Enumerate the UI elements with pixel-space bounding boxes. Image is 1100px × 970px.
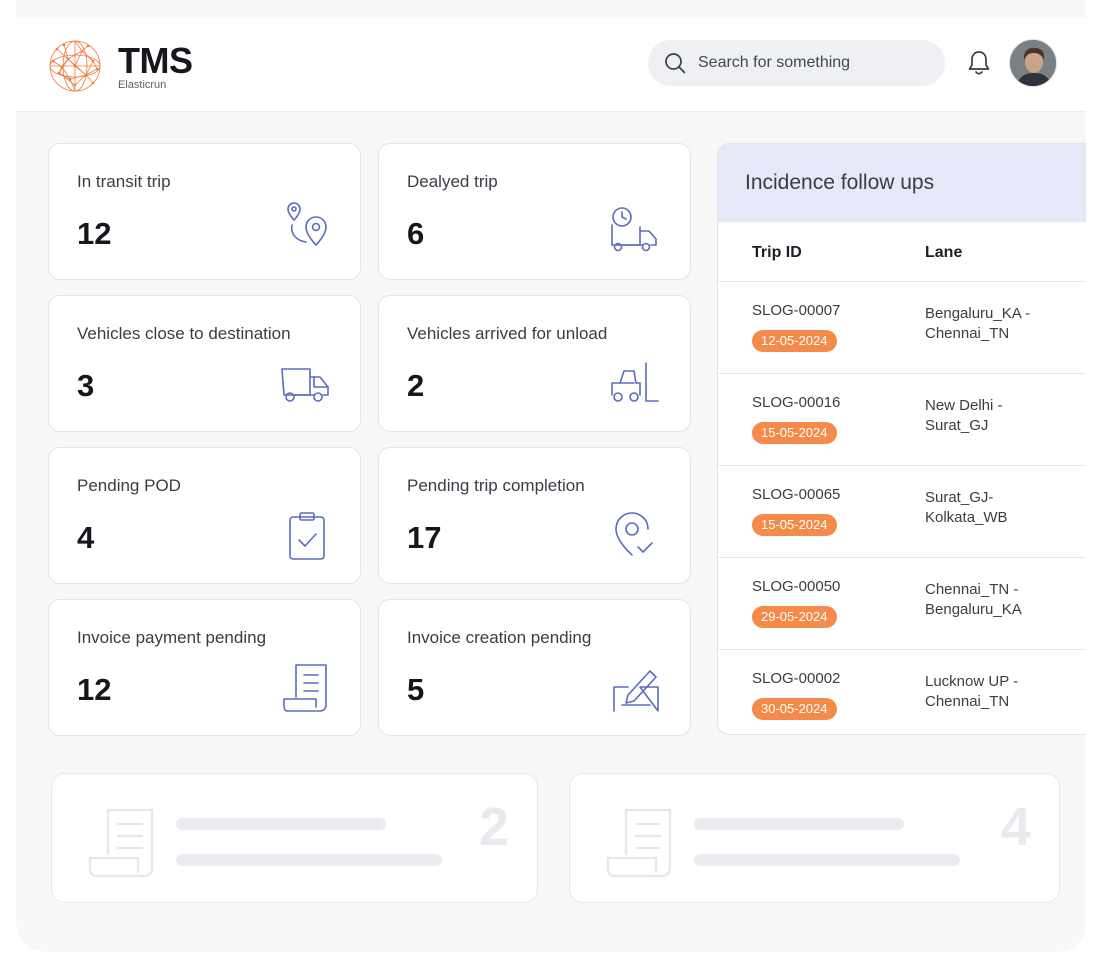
bell-icon[interactable] (966, 49, 992, 77)
placeholder-card: 2 (51, 773, 538, 903)
search-bar[interactable] (648, 40, 945, 86)
table-row[interactable]: SLOG-00050 29-05-2024 Chennai_TN - Benga… (718, 558, 1086, 650)
card-pending-completion[interactable]: Pending trip completion 17 (378, 447, 691, 584)
incidence-panel: Incidence follow ups Trip ID Lane SLOG-0… (717, 143, 1086, 735)
placeholder-line (176, 818, 386, 830)
search-icon (665, 53, 686, 74)
card-close-destination[interactable]: Vehicles close to destination 3 (48, 295, 361, 432)
card-label: Dealyed trip (407, 172, 498, 191)
column-trip-id: Trip ID (752, 244, 802, 261)
table-row[interactable]: SLOG-00007 12-05-2024 Bengaluru_KA - Che… (718, 282, 1086, 374)
trip-id: SLOG-00007 (752, 302, 841, 319)
date-badge: 12-05-2024 (752, 330, 837, 352)
card-value: 12 (77, 672, 112, 707)
trip-id: SLOG-00065 (752, 486, 841, 503)
sign-document-icon (613, 670, 659, 712)
card-label: Invoice creation pending (407, 628, 592, 647)
trip-id: SLOG-00002 (752, 670, 841, 687)
card-value: 17 (407, 520, 442, 555)
placeholder-line (176, 854, 442, 866)
card-value: 2 (407, 368, 425, 403)
card-pending-pod[interactable]: Pending POD 4 (48, 447, 361, 584)
globe-network-logo (49, 40, 101, 92)
trip-id: SLOG-00016 (752, 394, 841, 411)
delayed-truck-icon (611, 207, 657, 252)
card-label: Pending POD (77, 476, 181, 495)
card-value: 12 (77, 216, 112, 251)
card-in-transit[interactable]: In transit trip 12 (48, 143, 361, 280)
card-label: Vehicles close to destination (77, 324, 291, 343)
date-badge: 29-05-2024 (752, 606, 837, 628)
trip-id: SLOG-00050 (752, 578, 841, 595)
truck-icon (281, 368, 329, 402)
forklift-icon (611, 362, 659, 402)
card-label: Pending trip completion (407, 476, 585, 495)
card-label: In transit trip (77, 172, 171, 191)
card-value: 5 (407, 672, 425, 707)
header: TMS Elasticrun (16, 18, 1086, 112)
receipt-icon (88, 808, 154, 878)
card-value: 3 (77, 368, 95, 403)
table-row[interactable]: SLOG-00065 15-05-2024 Surat_GJ- Kolkata_… (718, 466, 1086, 558)
clipboard-check-icon (289, 512, 325, 560)
lane: Surat_GJ- Kolkata_WB (925, 489, 1008, 526)
search-input[interactable] (698, 40, 928, 86)
route-pin-icon (287, 202, 327, 246)
incidence-header: Incidence follow ups (718, 144, 1086, 222)
date-badge: 30-05-2024 (752, 698, 837, 720)
incidence-title: Incidence follow ups (745, 171, 935, 194)
column-lane: Lane (925, 244, 963, 261)
placeholder-line (694, 854, 960, 866)
app-subtitle: Elasticrun (118, 79, 167, 91)
card-delayed[interactable]: Dealyed trip 6 (378, 143, 691, 280)
table-header: Trip ID Lane (718, 222, 1086, 282)
date-badge: 15-05-2024 (752, 514, 837, 536)
lane: Lucknow UP - Chennai_TN (925, 673, 1019, 710)
receipt-icon (283, 664, 327, 712)
app-frame: TMS Elasticrun In transit trip 12 (16, 0, 1086, 952)
table-row[interactable]: SLOG-00016 15-05-2024 New Delhi - Surat_… (718, 374, 1086, 466)
placeholder-line (694, 818, 904, 830)
card-invoice-creation[interactable]: Invoice creation pending 5 (378, 599, 691, 736)
avatar[interactable] (1009, 39, 1057, 87)
location-check-icon (615, 512, 653, 556)
card-arrived-unload[interactable]: Vehicles arrived for unload 2 (378, 295, 691, 432)
date-badge: 15-05-2024 (752, 422, 837, 444)
placeholder-number: 2 (478, 797, 509, 857)
app-title: TMS (118, 40, 193, 81)
card-value: 6 (407, 216, 425, 251)
card-label: Invoice payment pending (77, 628, 267, 647)
table-row[interactable]: SLOG-00002 30-05-2024 Lucknow UP - Chenn… (718, 650, 1086, 734)
placeholder-card: 4 (569, 773, 1060, 903)
placeholder-number: 4 (1000, 797, 1031, 857)
receipt-icon (606, 808, 672, 878)
lane: Chennai_TN - Bengaluru_KA (925, 581, 1022, 618)
card-invoice-payment[interactable]: Invoice payment pending 12 (48, 599, 361, 736)
lane: Bengaluru_KA - Chennai_TN (925, 305, 1031, 342)
card-value: 4 (77, 520, 95, 555)
card-label: Vehicles arrived for unload (407, 324, 608, 343)
lane: New Delhi - Surat_GJ (925, 397, 1003, 434)
user-avatar-icon (1010, 40, 1056, 86)
